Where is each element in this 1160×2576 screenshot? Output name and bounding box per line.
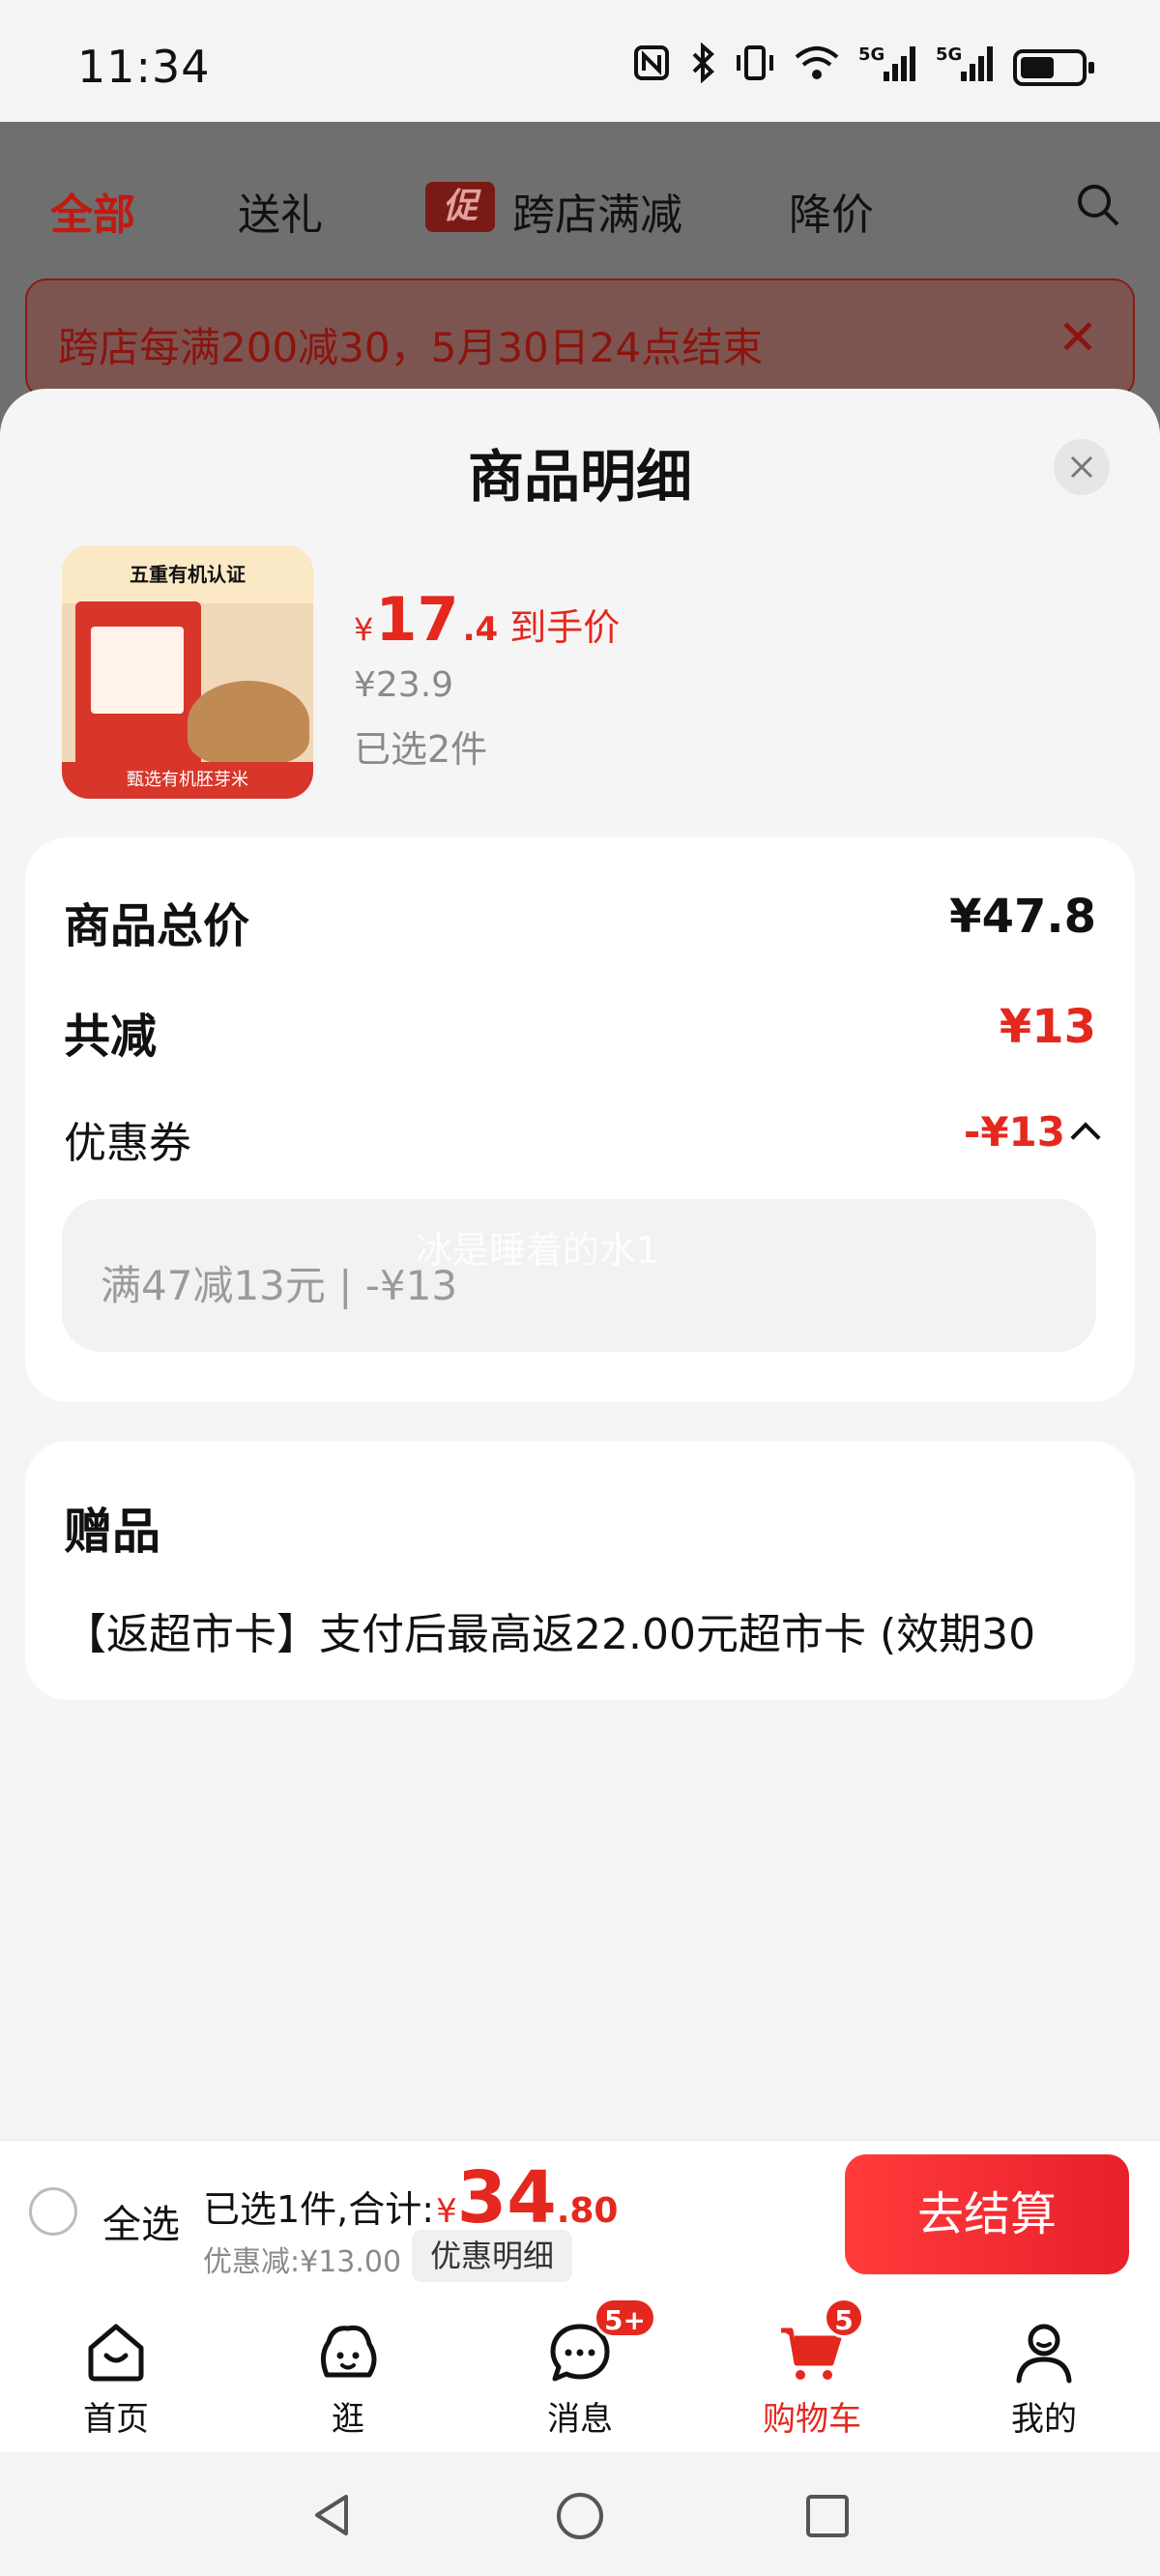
product-image[interactable]: 五重有机认证 甄选有机胚芽米 xyxy=(62,545,313,799)
final-price: ¥ 17 .4 到手价 xyxy=(354,584,621,655)
background-tabs: 全部 送礼 促 跨店满减 降价 xyxy=(0,122,1160,267)
close-icon xyxy=(1070,455,1093,479)
reduce-value: ¥13 xyxy=(999,1000,1096,1054)
bottom-tab-bar: 首页 逛 消息 5+ 购物车 5 我的 xyxy=(0,2292,1160,2452)
promo-banner-text: 跨店每满200减30，5月30日24点结束 xyxy=(58,324,764,371)
promo-badge: 促 xyxy=(425,182,495,232)
home-nav-icon[interactable] xyxy=(555,2491,605,2541)
tab-home[interactable]: 首页 xyxy=(0,2292,232,2452)
status-icons: 5G 5G xyxy=(632,42,1094,92)
tab-messages[interactable]: 消息 5+ xyxy=(464,2292,696,2452)
select-all-radio[interactable] xyxy=(29,2187,77,2236)
gift-text: 【返超市卡】支付后最高返22.00元超市卡 (效期30 xyxy=(64,1610,1036,1659)
tab-cross-store[interactable]: 跨店满减 xyxy=(512,180,682,242)
svg-text:5G: 5G xyxy=(936,44,962,65)
system-nav-bar xyxy=(0,2452,1160,2576)
5g-signal-icon: 5G xyxy=(858,43,918,92)
coupon-detail: 满47减13元 | -¥13 xyxy=(101,1262,458,1309)
browse-icon xyxy=(321,2325,377,2378)
coupon-value: -¥13 xyxy=(963,1108,1065,1156)
tab-profile[interactable]: 我的 xyxy=(928,2292,1160,2452)
final-price-tag: 到手价 xyxy=(509,606,621,649)
battery-icon xyxy=(1013,48,1094,86)
nfc-icon xyxy=(632,44,671,91)
product-image-top-text: 五重有机认证 xyxy=(62,545,313,603)
tab-browse[interactable]: 逛 xyxy=(232,2292,464,2452)
gift-title: 赠品 xyxy=(64,1504,160,1560)
cart-badge: 5 xyxy=(824,2298,864,2338)
5g-signal-icon-2: 5G xyxy=(936,43,996,92)
chevron-up-icon xyxy=(1070,1121,1101,1153)
sum-label: 已选1件,合计: xyxy=(203,2188,435,2231)
product-image-bottom-text: 甄选有机胚芽米 xyxy=(62,762,313,799)
recent-apps-icon[interactable] xyxy=(804,2493,851,2539)
bluetooth-icon xyxy=(688,42,717,92)
total-value: ¥47.8 xyxy=(949,890,1096,944)
select-all-label[interactable]: 全选 xyxy=(102,2193,180,2249)
message-badge: 5+ xyxy=(594,2298,656,2338)
svg-text:5G: 5G xyxy=(858,44,884,65)
sum-total: 已选1件,合计: ¥ 34 .80 xyxy=(203,2156,619,2239)
back-icon[interactable] xyxy=(307,2491,356,2539)
sheet-title: 商品明细 xyxy=(467,444,692,510)
tab-all[interactable]: 全部 xyxy=(50,180,135,242)
sum-amount: 34 xyxy=(456,2156,557,2239)
discount-detail-button[interactable]: 优惠明细 xyxy=(412,2230,572,2282)
selected-count: 已选2件 xyxy=(354,728,488,771)
coupon-label: 优惠券 xyxy=(64,1119,191,1168)
profile-icon xyxy=(1016,2324,1072,2384)
close-icon[interactable]: ✕ xyxy=(1058,309,1098,366)
vibrate-icon xyxy=(735,44,775,91)
watermark: 冰是睡着的水1 xyxy=(416,1229,660,1272)
original-price: ¥23.9 xyxy=(354,665,454,705)
status-time: 11:34 xyxy=(77,41,211,93)
tab-cart[interactable]: 购物车 5 xyxy=(696,2292,928,2452)
checkout-button[interactable]: 去结算 xyxy=(845,2154,1129,2274)
discount-amount: 优惠减:¥13.00 xyxy=(203,2245,402,2279)
tab-price-drop[interactable]: 降价 xyxy=(789,180,874,242)
search-icon[interactable] xyxy=(1075,182,1121,228)
coupon-toggle[interactable]: -¥13 xyxy=(963,1108,1101,1156)
total-label: 商品总价 xyxy=(64,899,250,953)
wifi-icon xyxy=(793,44,841,91)
close-button[interactable] xyxy=(1054,439,1110,495)
tab-gift[interactable]: 送礼 xyxy=(238,180,323,242)
reduce-label: 共减 xyxy=(64,1010,158,1064)
home-icon xyxy=(88,2324,144,2382)
